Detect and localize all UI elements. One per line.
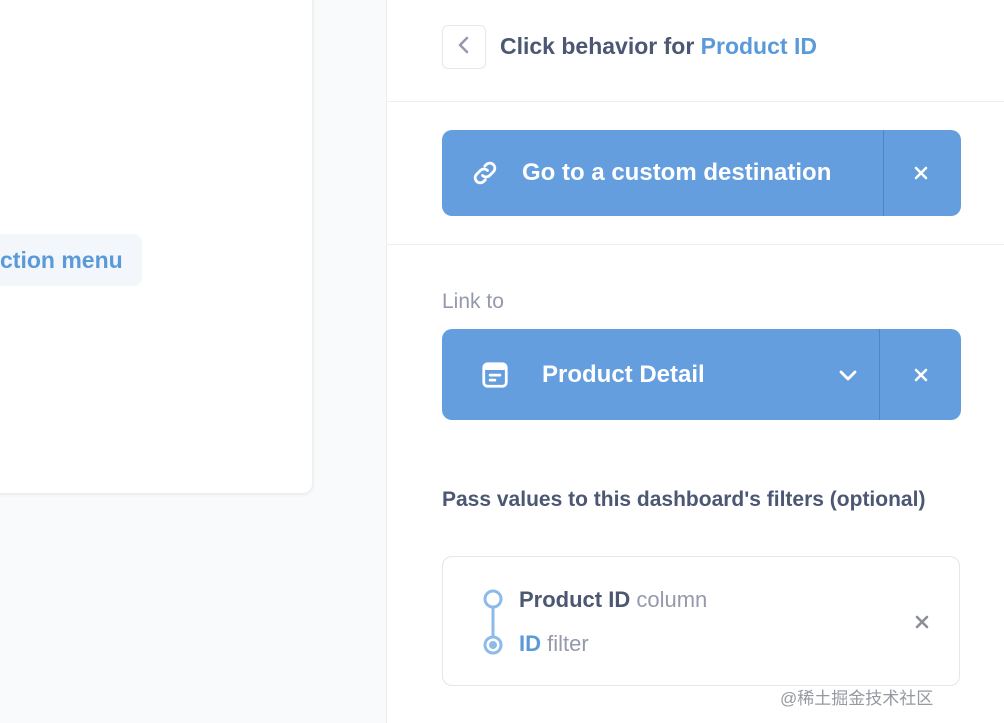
destination-section: Go to a custom destination — [387, 102, 1004, 245]
title-column-name: Product ID — [700, 33, 817, 59]
back-button[interactable] — [442, 25, 486, 69]
mapping-source-suffix: column — [630, 587, 708, 612]
mapping-source-name: Product ID — [519, 587, 631, 612]
connector-icon — [481, 587, 505, 664]
close-icon[interactable] — [905, 157, 937, 189]
mapping-target-name: ID — [519, 631, 541, 656]
watermark: @稀土掘金技术社区 — [780, 684, 933, 709]
remove-mapping-icon[interactable] — [906, 606, 938, 638]
bar-divider — [879, 329, 880, 420]
title-prefix: Click behavior for — [500, 33, 701, 59]
chevron-left-icon — [457, 36, 471, 59]
action-menu-chip[interactable]: ction menu — [0, 234, 142, 286]
dashboard-area: ction menu — [0, 0, 386, 723]
link-to-label: Link to — [442, 290, 504, 313]
close-icon[interactable] — [905, 359, 937, 391]
chevron-down-icon[interactable] — [832, 359, 864, 391]
mapping-source: Product ID column — [519, 587, 707, 613]
sidebar-header: Click behavior for Product ID — [387, 0, 1004, 102]
link-target-label: Product Detail — [542, 360, 705, 388]
filters-heading: Pass values to this dashboard's filters … — [442, 488, 926, 511]
dashboard-icon — [478, 358, 512, 392]
watermark-text: @稀土掘金技术社区 — [780, 689, 934, 708]
mapping-target-suffix: filter — [541, 631, 589, 656]
click-behavior-sidebar: Click behavior for Product ID Go to a cu… — [386, 0, 1004, 723]
page-title: Click behavior for Product ID — [500, 33, 817, 60]
destination-type-button[interactable]: Go to a custom destination — [442, 130, 961, 216]
mapping-target: ID filter — [519, 631, 589, 657]
link-target-select[interactable]: Product Detail — [442, 329, 961, 420]
action-menu-label: ction menu — [0, 246, 123, 273]
filter-mapping-card[interactable]: Product ID column ID filter — [442, 556, 960, 686]
link-icon — [468, 156, 502, 190]
destination-type-label: Go to a custom destination — [522, 159, 832, 186]
bar-divider — [883, 130, 884, 216]
